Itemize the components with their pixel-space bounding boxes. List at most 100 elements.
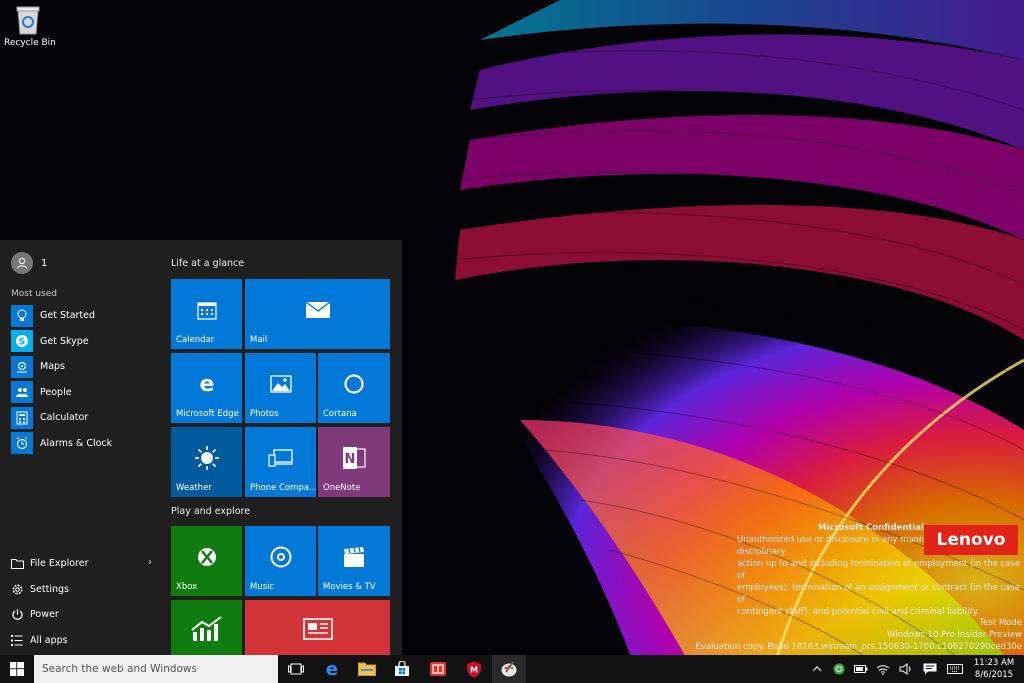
user-name: 1	[41, 257, 48, 269]
taskbar-paint-app[interactable]	[492, 655, 526, 683]
photos-icon	[269, 375, 292, 393]
app-label: Maps	[40, 361, 65, 373]
play-and-explore-heading: Play and explore	[171, 506, 251, 517]
settings-label: Settings	[30, 583, 69, 595]
calendar-icon	[196, 302, 217, 320]
app-label: Get Started	[40, 310, 96, 322]
tile-photos[interactable]: Photos	[245, 353, 316, 423]
chevron-up-icon	[812, 666, 822, 672]
tile-cortana[interactable]: Cortana	[318, 353, 390, 423]
recycle-bin-icon	[16, 6, 40, 35]
red-app-icon	[430, 662, 446, 676]
clock-time: 11:23 AM	[973, 658, 1015, 668]
tile-onenote[interactable]: N OneNote	[318, 427, 390, 497]
taskbar-red-app[interactable]	[421, 655, 455, 683]
app-get-started[interactable]: Get Started	[11, 303, 112, 329]
svg-text:e: e	[199, 373, 214, 395]
xbox-icon	[197, 547, 216, 566]
tile-music[interactable]: Music	[245, 526, 316, 596]
app-maps[interactable]: Maps	[11, 354, 112, 380]
all-apps-label: All apps	[30, 634, 68, 646]
life-at-a-glance-heading: Life at a glance	[171, 258, 245, 269]
tile-label: Cortana	[323, 409, 357, 419]
taskbar-clock[interactable]: 11:23 AM 8/6/2015	[969, 657, 1019, 681]
app-label: People	[40, 386, 72, 398]
svg-text:N: N	[345, 452, 356, 467]
tile-label: Movies & TV	[323, 582, 376, 592]
build-text: Evaluation copy. Build 10163.winmain_prs…	[695, 642, 1022, 652]
most-used-list: Get Started S Get Skype Maps People Calc…	[11, 303, 112, 456]
app-label: Alarms & Clock	[40, 437, 113, 449]
app-people[interactable]: People	[11, 380, 112, 406]
cortana-icon	[344, 374, 364, 394]
taskbar-search-box[interactable]: Search the web and Windows	[34, 655, 278, 683]
network-indicator[interactable]	[874, 655, 892, 683]
app-alarms-clock[interactable]: Alarms & Clock	[11, 431, 112, 457]
app-get-skype[interactable]: S Get Skype	[11, 329, 112, 355]
power-item[interactable]: Power	[10, 602, 152, 628]
taskbar-file-explorer[interactable]	[350, 655, 384, 683]
tile-xbox[interactable]: Xbox	[171, 526, 242, 596]
tile-label: Weather	[176, 483, 212, 493]
taskbar-edge[interactable]: e	[315, 655, 349, 683]
calculator-icon	[11, 406, 33, 429]
most-used-heading: Most used	[11, 289, 57, 299]
list-icon	[10, 633, 24, 647]
mcafee-shield-icon: M	[467, 661, 481, 677]
action-center-button[interactable]	[920, 655, 940, 683]
speaker-icon	[899, 663, 911, 675]
show-hidden-icons[interactable]	[809, 655, 825, 683]
tile-label: Xbox	[176, 582, 198, 592]
tile-news[interactable]	[245, 600, 390, 655]
phone-laptop-icon	[267, 449, 293, 467]
app-calculator[interactable]: Calculator	[11, 405, 112, 431]
file-explorer-item[interactable]: File Explorer ›	[10, 551, 152, 577]
confidential-line: action up to and including termination o…	[737, 559, 1021, 581]
chevron-right-icon[interactable]: ›	[148, 557, 152, 568]
taskbar-mcafee[interactable]: M	[457, 655, 491, 683]
tile-movies-tv[interactable]: Movies & TV	[318, 526, 390, 596]
file-explorer-label: File Explorer	[30, 558, 89, 570]
recycle-bin-desktop-icon[interactable]: Recycle Bin	[4, 4, 56, 48]
task-view-button[interactable]	[279, 655, 313, 683]
volume-indicator[interactable]	[896, 655, 916, 683]
power-icon	[10, 608, 24, 622]
start-button[interactable]	[0, 655, 34, 683]
all-apps-item[interactable]: All apps	[10, 628, 152, 654]
edge-icon: e	[326, 660, 338, 678]
tile-weather[interactable]: Weather	[171, 427, 242, 497]
recycle-bin-label: Recycle Bin	[4, 38, 56, 48]
tile-mail[interactable]: Mail	[245, 279, 390, 349]
app-label: Get Skype	[40, 335, 89, 347]
tile-label: Photos	[250, 409, 279, 419]
touch-keyboard-button[interactable]	[944, 655, 966, 683]
folder-icon	[10, 557, 24, 571]
svg-text:e: e	[326, 660, 338, 678]
tile-phone-companion[interactable]: Phone Compa...	[245, 427, 316, 497]
start-menu: 1 Most used Get Started S Get Skype Maps…	[0, 240, 402, 655]
taskbar: Search the web and Windows e M 11:23 AM …	[0, 655, 1024, 683]
music-disc-icon	[270, 546, 291, 568]
tile-money[interactable]	[171, 600, 242, 655]
evaluation-watermark: Test Mode Windows 10 Pro Insider Preview…	[695, 617, 1022, 653]
gear-icon	[10, 582, 24, 596]
tray-green-app[interactable]	[830, 655, 848, 683]
tile-microsoft-edge[interactable]: e Microsoft Edge	[171, 353, 242, 423]
tile-label: Calendar	[176, 335, 215, 345]
settings-item[interactable]: Settings	[10, 577, 152, 603]
taskbar-store[interactable]	[385, 655, 419, 683]
wifi-icon	[876, 664, 890, 675]
user-account[interactable]: 1	[11, 252, 47, 274]
store-bag-icon	[395, 661, 409, 676]
task-view-icon	[288, 663, 304, 675]
news-icon	[302, 617, 333, 640]
svg-text:M: M	[470, 665, 478, 674]
user-avatar-icon	[11, 252, 33, 274]
maps-icon	[11, 355, 33, 378]
onenote-icon: N	[343, 446, 366, 469]
tile-calendar[interactable]: Calendar	[171, 279, 242, 349]
tile-label: Microsoft Edge	[176, 409, 239, 419]
battery-indicator[interactable]	[852, 655, 870, 683]
battery-icon	[854, 665, 868, 673]
tile-label: Mail	[250, 335, 268, 345]
